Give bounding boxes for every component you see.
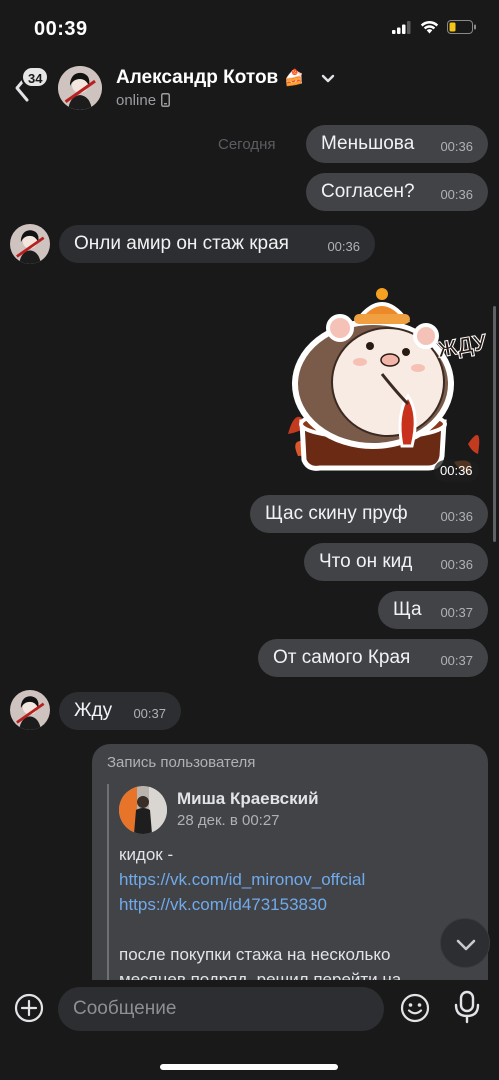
author-name[interactable]: Миша Краевский [177, 789, 319, 809]
message-time: 00:36 [440, 509, 473, 524]
message-text: Щас скину пруф [265, 503, 408, 524]
message-text: Что он кид [319, 551, 413, 572]
repost-bubble[interactable]: Запись пользователя Миша Краевский 28 де… [92, 744, 488, 980]
message-text: Жду [74, 700, 113, 721]
author-avatar[interactable] [119, 786, 167, 834]
post-text: кидок - https://vk.com/id_mironov_offcia… [119, 842, 479, 980]
message-input[interactable] [58, 987, 384, 1031]
message-bubble-out[interactable]: Согласен? 00:36 [306, 173, 488, 211]
cake-emoji: 🍰 [284, 70, 305, 87]
chevron-down-icon [456, 939, 476, 951]
message-time: 00:37 [440, 653, 473, 668]
message-time: 00:36 [440, 139, 473, 154]
wifi-icon [420, 20, 439, 34]
emoji-smile-icon[interactable] [400, 993, 430, 1023]
unread-badge: 34 [21, 66, 50, 88]
sticker-hedgehog[interactable]: ЖДУ [278, 284, 490, 480]
message-bubble-in[interactable]: Жду 00:37 [59, 692, 181, 730]
message-time: 00:37 [133, 706, 166, 721]
chevron-down-icon[interactable] [320, 71, 336, 87]
repost-quote-line [107, 784, 109, 980]
message-time: 00:36 [440, 187, 473, 202]
scrollbar[interactable] [493, 306, 496, 542]
message-bubble-in[interactable]: Онли амир он стаж края 00:36 [59, 225, 375, 263]
scroll-down-button[interactable] [440, 918, 490, 968]
message-text: Меньшова [321, 133, 415, 154]
message-time: 00:36 [327, 239, 360, 254]
message-text: Онли амир он стаж края [74, 233, 289, 254]
message-bubble-out[interactable]: От самого Края 00:37 [258, 639, 488, 677]
contact-name-text: Александр Котов [116, 67, 279, 88]
message-bubble-out[interactable]: Ща 00:37 [378, 591, 488, 629]
sticker-text: ЖДУ [435, 329, 489, 362]
message-bubble-out[interactable]: Что он кид 00:36 [304, 543, 488, 581]
sticker-time: 00:36 [434, 460, 479, 482]
contact-status: online [116, 92, 171, 109]
message-time: 00:36 [440, 557, 473, 572]
message-text: Согласен? [321, 181, 415, 202]
post-text-line: кидок - [119, 845, 174, 864]
cellular-signal-icon [392, 20, 411, 34]
post-link[interactable]: https://vk.com/id_mironov_offcial [119, 867, 479, 892]
sender-avatar[interactable] [10, 690, 50, 730]
date-separator: Сегодня [218, 136, 276, 153]
post-link[interactable]: https://vk.com/id473153830 [119, 892, 479, 917]
message-text: Ща [393, 599, 422, 620]
post-text-line: месяцев подряд, решил перейти на [119, 970, 402, 980]
message-bubble-out[interactable]: Щас скину пруф 00:36 [250, 495, 488, 533]
home-indicator [160, 1064, 338, 1070]
repost-title: Запись пользователя [107, 754, 256, 771]
attach-plus-icon[interactable] [14, 993, 44, 1023]
contact-avatar[interactable] [58, 66, 102, 110]
online-status-text: online [116, 92, 157, 109]
contact-name[interactable]: Александр Котов 🍰 [116, 67, 304, 89]
status-time: 00:39 [34, 18, 88, 40]
microphone-icon[interactable] [453, 990, 481, 1024]
status-icons [392, 20, 477, 34]
post-spacer [119, 917, 479, 942]
battery-icon [447, 20, 476, 34]
mobile-phone-icon [161, 93, 171, 107]
status-bar: 00:39 [0, 0, 499, 56]
post-text-line: после покупки стажа на несколько [119, 945, 391, 964]
post-date: 28 дек. в 00:27 [177, 812, 280, 829]
message-time: 00:37 [440, 605, 473, 620]
sender-avatar[interactable] [10, 224, 50, 264]
message-text: От самого Края [273, 647, 411, 668]
message-bubble-out[interactable]: Меньшова 00:36 [306, 125, 488, 163]
